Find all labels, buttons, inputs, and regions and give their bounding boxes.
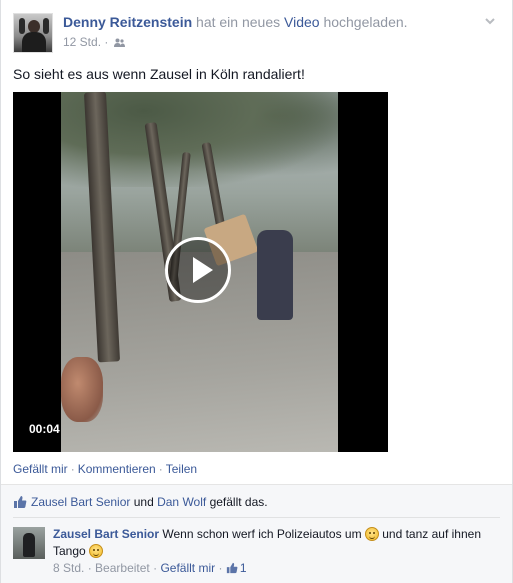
- comment-like-count[interactable]: 1: [226, 561, 247, 575]
- story-action-text: hat ein neues: [192, 14, 284, 30]
- chevron-down-icon[interactable]: [484, 15, 496, 27]
- comment-text-1: Wenn schon werf ich Polizeiautos um: [159, 527, 365, 541]
- author-avatar[interactable]: [13, 13, 53, 53]
- comment-timestamp[interactable]: 8 Std.: [53, 561, 84, 575]
- separator: ·: [153, 561, 158, 575]
- separator: ·: [158, 462, 163, 476]
- video-duration: 00:04: [29, 422, 60, 436]
- comment-meta: 8 Std. · Bearbeitet · Gefällt mir · 1: [53, 561, 247, 575]
- friends-icon[interactable]: [113, 35, 125, 47]
- edited-label[interactable]: Bearbeitet: [95, 561, 150, 575]
- divider: [13, 517, 500, 518]
- separator: ·: [70, 462, 75, 476]
- separator: ·: [87, 561, 92, 575]
- story-meta: 12 Std. ·: [63, 34, 125, 50]
- comment-like-link[interactable]: Gefällt mir: [160, 561, 215, 575]
- likes-suffix: gefällt das.: [206, 495, 268, 509]
- thumbs-up-icon: [226, 562, 238, 574]
- commenter-name-link[interactable]: Zausel Bart Senior: [53, 527, 159, 541]
- comment-item: Zausel Bart Senior Wenn schon werf ich P…: [13, 525, 500, 577]
- timestamp[interactable]: 12 Std. ·: [63, 35, 112, 49]
- comment-link[interactable]: Kommentieren: [78, 462, 156, 476]
- smiley-emoji-icon: [364, 527, 379, 541]
- share-link[interactable]: Teilen: [166, 462, 197, 476]
- play-icon[interactable]: [165, 237, 231, 303]
- liker-link-2[interactable]: Dan Wolf: [157, 495, 206, 509]
- post-message: So sieht es aus wenn Zausel in Köln rand…: [13, 66, 305, 82]
- story-header: Denny Reitzenstein hat ein neues Video h…: [13, 11, 500, 53]
- likes-summary: Zausel Bart Senior und Dan Wolf gefällt …: [13, 495, 268, 509]
- comment-body: Zausel Bart Senior Wenn schon werf ich P…: [53, 526, 493, 560]
- smiley-emoji-icon: [89, 544, 104, 558]
- story-actions: Gefällt mir · Kommentieren · Teilen: [13, 462, 197, 476]
- thumbs-up-icon: [13, 495, 27, 509]
- liker-link-1[interactable]: Zausel Bart Senior: [31, 495, 130, 509]
- feed-story: Denny Reitzenstein hat ein neues Video h…: [0, 0, 513, 583]
- video-player[interactable]: 00:04: [13, 92, 388, 452]
- feedback-section: Zausel Bart Senior und Dan Wolf gefällt …: [1, 484, 512, 583]
- story-title: Denny Reitzenstein hat ein neues Video h…: [63, 13, 408, 31]
- like-link[interactable]: Gefällt mir: [13, 462, 68, 476]
- like-count-value: 1: [239, 561, 247, 575]
- author-name-link[interactable]: Denny Reitzenstein: [63, 14, 192, 30]
- video-link[interactable]: Video: [284, 14, 320, 30]
- commenter-avatar[interactable]: [13, 527, 45, 559]
- likes-conj: und: [130, 495, 158, 509]
- story-action-suffix: hochgeladen.: [319, 14, 408, 30]
- separator: ·: [218, 561, 223, 575]
